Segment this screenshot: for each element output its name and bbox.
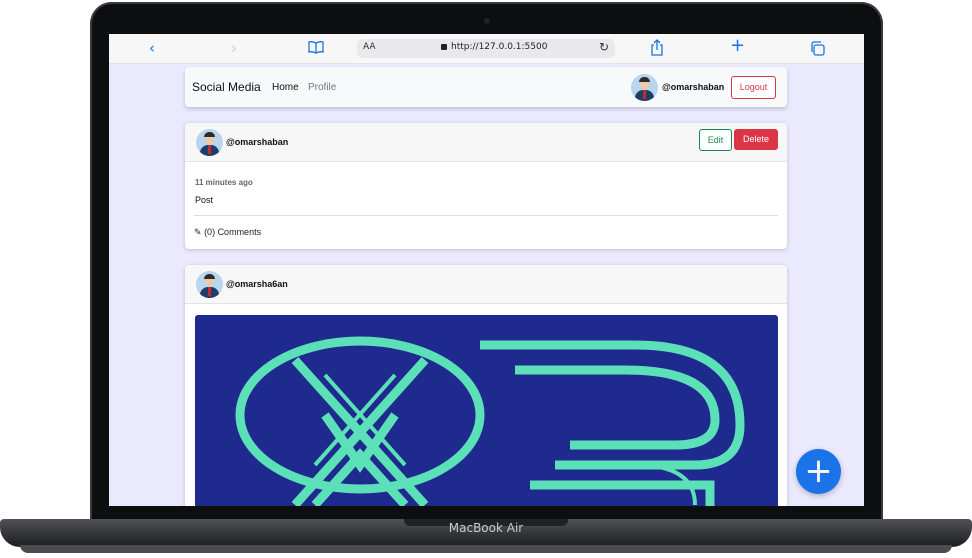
comments-link[interactable]: ✎ (0) Comments (194, 227, 261, 238)
back-icon[interactable]: ‹ (149, 39, 155, 57)
lock-icon (441, 44, 447, 50)
url-text: http://127.0.0.1:5500 (451, 42, 548, 52)
post-image[interactable] (195, 315, 778, 506)
forward-icon[interactable]: › (231, 39, 237, 57)
app-navbar: Social Media Home Profile @omarshaban Lo… (185, 67, 787, 107)
bookmarks-icon[interactable] (308, 40, 324, 58)
avatar[interactable] (631, 74, 658, 101)
post-body: Post (195, 195, 214, 205)
add-post-button[interactable]: + (796, 449, 841, 494)
pencil-icon: ✎ (194, 227, 202, 237)
reload-icon[interactable]: ↻ (599, 40, 609, 54)
nav-username[interactable]: @omarshaban (662, 82, 724, 92)
new-tab-icon[interactable]: + (730, 37, 745, 55)
nav-home-link[interactable]: Home (272, 82, 299, 93)
delete-button[interactable]: Delete (734, 129, 778, 150)
post-header: @omarsha6an (185, 265, 787, 304)
camera-icon (484, 18, 490, 24)
post-username[interactable]: @omarshaban (226, 137, 288, 147)
edit-button[interactable]: Edit (699, 129, 732, 151)
comments-count: (0) Comments (204, 227, 262, 237)
browser-toolbar: ‹ › AA http://127.0.0.1:5500 ↻ + (109, 34, 864, 64)
laptop-base-shadow (20, 545, 952, 553)
logout-button[interactable]: Logout (731, 76, 776, 99)
address-bar[interactable]: AA http://127.0.0.1:5500 ↻ (357, 39, 615, 58)
share-icon[interactable] (650, 39, 664, 60)
post-card: @omarsha6an (185, 265, 787, 506)
post-username[interactable]: @omarsha6an (226, 279, 288, 289)
tabs-icon[interactable] (810, 41, 825, 60)
device-label: MacBook Air (448, 521, 524, 535)
plus-icon: + (804, 451, 833, 491)
post-card: @omarshaban Edit Delete 11 minutes ago P… (185, 123, 787, 249)
avatar[interactable] (196, 271, 223, 298)
brand-link[interactable]: Social Media (192, 80, 261, 94)
post-header: @omarshaban Edit Delete (185, 123, 787, 162)
divider (194, 215, 778, 216)
text-size-button[interactable]: AA (363, 42, 376, 52)
post-time: 11 minutes ago (195, 178, 253, 187)
avatar[interactable] (196, 129, 223, 156)
screen: ‹ › AA http://127.0.0.1:5500 ↻ + Social … (109, 34, 864, 506)
nav-profile-link[interactable]: Profile (308, 82, 336, 93)
logo-graphic (235, 336, 745, 506)
